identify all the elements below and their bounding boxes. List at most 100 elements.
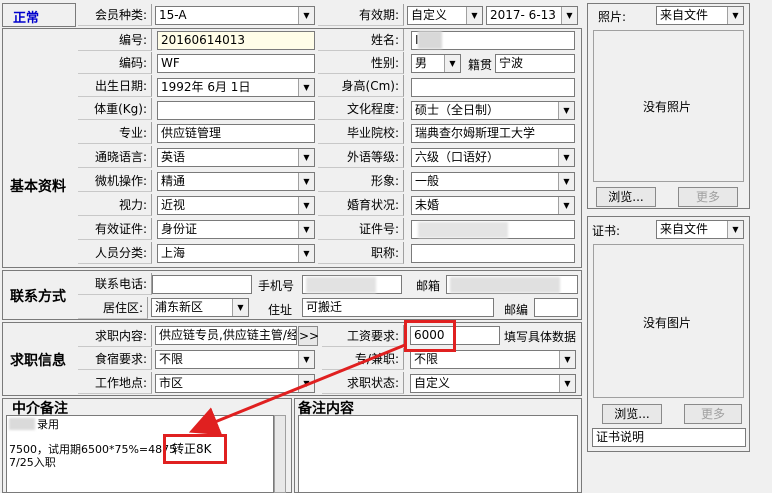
- image-select[interactable]: 一般 ▼: [411, 172, 575, 191]
- chevron-down-icon: ▼: [298, 221, 314, 238]
- address-field[interactable]: 可搬迁: [302, 298, 494, 317]
- chevron-down-icon: ▼: [559, 375, 575, 392]
- postcode-label: 邮编: [504, 303, 529, 317]
- member-type-label: 会员种类:: [78, 4, 152, 26]
- education-label: 文化程度:: [318, 98, 404, 120]
- code-field[interactable]: WF: [157, 54, 315, 73]
- state-select[interactable]: 自定义 ▼: [410, 374, 576, 393]
- cert-more-button[interactable]: 更多: [684, 404, 742, 424]
- agency-note-line2: 7500，试用期6500*75%=4875: [9, 443, 177, 456]
- major-label: 专业:: [78, 122, 152, 144]
- native-field[interactable]: 宁波: [495, 54, 575, 73]
- weight-field[interactable]: [157, 101, 315, 120]
- chevron-down-icon: ▼: [558, 102, 574, 119]
- number-field[interactable]: 20160614013: [157, 31, 315, 50]
- redacted-mobile: [306, 277, 376, 293]
- agency-note-line3: 7/25入职: [9, 456, 56, 469]
- chevron-down-icon: ▼: [727, 221, 743, 238]
- code-label: 编码:: [78, 52, 152, 74]
- annotation-arrow: [188, 343, 406, 436]
- vision-label: 视力:: [78, 194, 152, 216]
- meals-label: 食宿要求:: [78, 348, 152, 370]
- number-label: 编号:: [78, 29, 152, 51]
- address-label: 住址: [268, 303, 293, 317]
- gender-select[interactable]: 男 ▼: [411, 54, 461, 73]
- parttime-select[interactable]: 不限 ▼: [410, 350, 576, 369]
- school-field[interactable]: 瑞典查尔姆斯理工大学: [411, 124, 575, 143]
- education-select[interactable]: 硕士（全日制） ▼: [411, 101, 575, 120]
- major-field[interactable]: 供应链管理: [157, 124, 315, 143]
- photo-browse-button[interactable]: 浏览...: [596, 187, 656, 207]
- cert-note-field[interactable]: 证书说明: [592, 428, 746, 447]
- chevron-down-icon: ▼: [558, 173, 574, 190]
- language-select[interactable]: 英语 ▼: [157, 148, 315, 167]
- contact-section-title: 联系方式: [10, 289, 66, 305]
- lang-level-label: 外语等级:: [318, 146, 404, 168]
- weight-label: 体重(Kg):: [78, 98, 152, 120]
- chevron-down-icon: ▼: [558, 149, 574, 166]
- validity-date-picker[interactable]: 2017- 6-13 ▼: [486, 6, 578, 25]
- member-type-select[interactable]: 15-A ▼: [155, 6, 315, 25]
- district-label: 居住区:: [78, 297, 148, 319]
- redacted-id-no: [418, 222, 508, 238]
- validity-mode-select[interactable]: 自定义 ▼: [407, 6, 483, 25]
- school-label: 毕业院校:: [318, 122, 404, 144]
- native-label: 籍贯: [468, 58, 493, 72]
- cert-browse-button[interactable]: 浏览...: [602, 404, 662, 424]
- lang-level-select[interactable]: 六级（口语好） ▼: [411, 148, 575, 167]
- chevron-down-icon: ▼: [298, 197, 314, 214]
- cert-source-select[interactable]: 来自文件 ▼: [656, 220, 744, 239]
- phone-label: 联系电话:: [78, 273, 152, 295]
- basic-section-title: 基本资料: [10, 179, 66, 195]
- height-field[interactable]: [411, 78, 575, 97]
- birth-label: 出生日期:: [78, 75, 152, 97]
- id-no-label: 证件号:: [318, 218, 404, 240]
- chevron-down-icon: ▼: [298, 245, 314, 262]
- annotation-text: 转正8K: [172, 442, 212, 456]
- computer-label: 微机操作:: [78, 170, 152, 192]
- location-label: 工作地点:: [78, 372, 152, 394]
- redacted-name: [418, 31, 442, 49]
- height-label: 身高(Cm):: [318, 75, 404, 97]
- redacted-note-name: [9, 418, 35, 430]
- title-label: 职称:: [318, 242, 404, 264]
- id-type-label: 有效证件:: [78, 218, 152, 240]
- computer-select[interactable]: 精通 ▼: [157, 172, 315, 191]
- category-select[interactable]: 上海 ▼: [157, 244, 315, 263]
- chevron-down-icon: ▼: [561, 7, 577, 24]
- marital-select[interactable]: 未婚 ▼: [411, 196, 575, 215]
- content-label: 求职内容:: [78, 325, 152, 347]
- vision-select[interactable]: 近视 ▼: [157, 196, 315, 215]
- marital-label: 婚育状况:: [318, 194, 404, 216]
- cert-label: 证书:: [592, 224, 621, 238]
- photo-more-button[interactable]: 更多: [678, 187, 738, 207]
- chevron-down-icon: ▼: [298, 149, 314, 166]
- phone-field[interactable]: [152, 275, 252, 294]
- chevron-down-icon: ▼: [298, 79, 314, 96]
- chevron-down-icon: ▼: [558, 197, 574, 214]
- chevron-down-icon: ▼: [232, 299, 248, 316]
- chevron-down-icon: ▼: [298, 7, 314, 24]
- birth-date-picker[interactable]: 1992年 6月 1日 ▼: [157, 78, 315, 97]
- id-type-select[interactable]: 身份证 ▼: [157, 220, 315, 239]
- district-select[interactable]: 浦东新区 ▼: [151, 298, 249, 317]
- chevron-down-icon: ▼: [559, 351, 575, 368]
- language-label: 通晓语言:: [78, 146, 152, 168]
- chevron-down-icon: ▼: [466, 7, 482, 24]
- redacted-email: [450, 277, 560, 293]
- title-field[interactable]: [411, 244, 575, 263]
- photo-label: 照片:: [598, 10, 627, 24]
- email-label: 邮箱: [416, 279, 441, 293]
- job-section-title: 求职信息: [10, 353, 66, 369]
- gender-label: 性别:: [318, 52, 404, 74]
- chevron-down-icon: ▼: [444, 55, 460, 72]
- chevron-down-icon: ▼: [727, 7, 743, 24]
- category-label: 人员分类:: [78, 242, 152, 264]
- photo-empty-text: 没有照片: [643, 100, 692, 114]
- cert-empty-text: 没有图片: [643, 316, 692, 330]
- salary-hint: 填写具体数据: [504, 330, 577, 344]
- photo-source-select[interactable]: 来自文件 ▼: [656, 6, 744, 25]
- status-cell: 正常: [2, 3, 76, 27]
- status-label: 正常: [13, 11, 40, 26]
- postcode-field[interactable]: [534, 298, 578, 317]
